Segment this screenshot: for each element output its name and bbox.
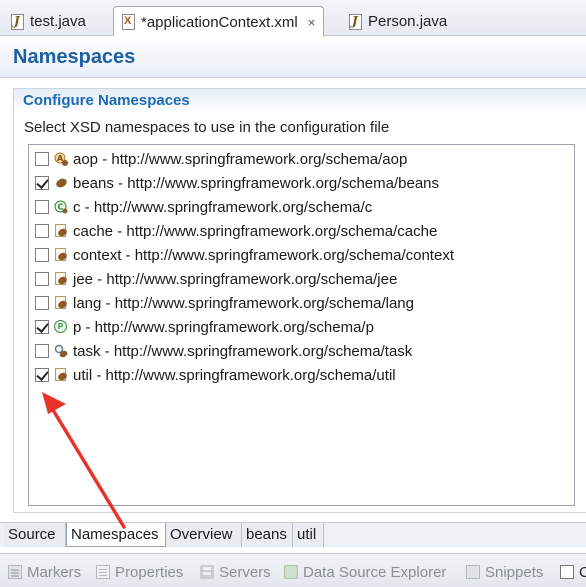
namespace-label: beans - http://www.springframework.org/s…	[73, 174, 439, 192]
section-header[interactable]: Configure Namespaces	[14, 89, 586, 113]
tab-util[interactable]: util	[293, 523, 324, 547]
namespace-row-p[interactable]: P p - http://www.springframework.org/sch…	[29, 315, 574, 339]
snippets-icon	[466, 565, 480, 579]
view-tab-label: Data Source Explorer	[303, 563, 447, 581]
namespace-label: lang - http://www.springframework.org/sc…	[73, 294, 414, 312]
console-icon	[560, 565, 574, 579]
namespace-label: p - http://www.springframework.org/schem…	[73, 318, 374, 336]
namespace-label: context - http://www.springframework.org…	[73, 246, 454, 264]
namespace-checkbox[interactable]	[35, 320, 49, 334]
namespace-checkbox[interactable]	[35, 272, 49, 286]
tab-application-context-xml[interactable]: *applicationContext.xml ×	[113, 6, 325, 37]
data-source-explorer-icon	[284, 565, 298, 579]
view-tab-servers[interactable]: Servers	[200, 561, 271, 583]
view-tab-label: Snippets	[485, 563, 544, 581]
tab-beans[interactable]: beans	[242, 523, 293, 547]
namespace-checkbox[interactable]	[35, 296, 49, 310]
tab-label: test.java	[30, 13, 86, 30]
view-tab-snippets[interactable]: Snippets	[466, 561, 543, 583]
view-tab-console[interactable]: C	[560, 561, 586, 583]
namespace-checkbox[interactable]	[35, 200, 49, 214]
bean-icon	[54, 176, 69, 190]
namespace-checkbox[interactable]	[35, 368, 49, 382]
namespace-label: c - http://www.springframework.org/schem…	[73, 198, 373, 216]
task-namespace-icon	[54, 344, 68, 358]
view-tab-data-source-explorer[interactable]: Data Source Explorer	[284, 561, 446, 583]
c-namespace-icon: C	[54, 200, 68, 214]
bean-page-icon	[54, 248, 69, 262]
namespace-row-beans[interactable]: beans - http://www.springframework.org/s…	[29, 171, 574, 195]
tab-overview[interactable]: Overview	[166, 523, 242, 547]
properties-icon	[96, 565, 110, 579]
section-title: Configure Namespaces	[23, 92, 190, 109]
views-bar: Markers Properties Servers Data Source E…	[0, 553, 586, 587]
tab-source[interactable]: Source	[4, 523, 66, 547]
namespace-label: cache - http://www.springframework.org/s…	[73, 222, 438, 240]
configure-namespaces-section: Configure Namespaces Select XSD namespac…	[13, 88, 586, 513]
close-icon[interactable]: ×	[308, 15, 316, 30]
bean-page-icon	[54, 368, 69, 382]
editor-window: test.java *applicationContext.xml × Pers…	[0, 0, 586, 587]
tab-namespaces[interactable]: Namespaces	[66, 523, 166, 547]
bean-page-icon	[54, 272, 69, 286]
namespace-row-c[interactable]: C c - http://www.springframework.org/sch…	[29, 195, 574, 219]
namespace-row-cache[interactable]: cache - http://www.springframework.org/s…	[29, 219, 574, 243]
namespace-label: aop - http://www.springframework.org/sch…	[73, 150, 408, 168]
view-tab-label: C	[579, 563, 586, 581]
namespace-checkbox[interactable]	[35, 176, 49, 190]
section-description: Select XSD namespaces to use in the conf…	[24, 119, 390, 136]
namespace-row-aop[interactable]: A aop - http://www.springframework.org/s…	[29, 147, 574, 171]
namespace-row-util[interactable]: util - http://www.springframework.org/sc…	[29, 363, 574, 387]
namespace-list[interactable]: A aop - http://www.springframework.org/s…	[28, 144, 575, 506]
tab-label: *applicationContext.xml	[141, 13, 298, 31]
form-header: Namespaces	[0, 36, 586, 78]
markers-icon	[8, 565, 22, 579]
namespace-row-lang[interactable]: lang - http://www.springframework.org/sc…	[29, 291, 574, 315]
bean-page-icon	[54, 224, 69, 238]
namespace-checkbox[interactable]	[35, 152, 49, 166]
tab-test-java[interactable]: test.java	[2, 6, 95, 36]
view-tab-properties[interactable]: Properties	[96, 561, 183, 583]
namespace-label: task - http://www.springframework.org/sc…	[73, 342, 413, 360]
view-tab-label: Servers	[219, 563, 271, 581]
view-tab-markers[interactable]: Markers	[8, 561, 81, 583]
namespace-label: jee - http://www.springframework.org/sch…	[73, 270, 398, 288]
namespace-row-jee[interactable]: jee - http://www.springframework.org/sch…	[29, 267, 574, 291]
servers-icon	[200, 565, 214, 579]
editor-page-tabs: Source Namespaces Overview beans util	[0, 522, 586, 547]
bean-page-icon	[54, 296, 69, 310]
svg-text:C: C	[58, 203, 64, 212]
tab-label: Person.java	[368, 13, 448, 30]
namespace-row-task[interactable]: task - http://www.springframework.org/sc…	[29, 339, 574, 363]
p-namespace-icon: P	[54, 320, 68, 334]
tab-person-java[interactable]: Person.java	[340, 6, 456, 36]
namespace-checkbox[interactable]	[35, 224, 49, 238]
view-tab-label: Markers	[27, 563, 82, 581]
namespace-label: util - http://www.springframework.org/sc…	[73, 366, 396, 384]
namespace-row-context[interactable]: context - http://www.springframework.org…	[29, 243, 574, 267]
view-tab-label: Properties	[115, 563, 184, 581]
editor-tab-bar: test.java *applicationContext.xml × Pers…	[0, 0, 586, 37]
page-title: Namespaces	[13, 46, 136, 68]
xml-file-icon	[122, 14, 135, 30]
aop-namespace-icon: A	[54, 152, 68, 166]
java-file-icon	[11, 13, 24, 30]
namespace-checkbox[interactable]	[35, 344, 49, 358]
namespace-checkbox[interactable]	[35, 248, 49, 262]
java-file-icon	[349, 13, 362, 30]
